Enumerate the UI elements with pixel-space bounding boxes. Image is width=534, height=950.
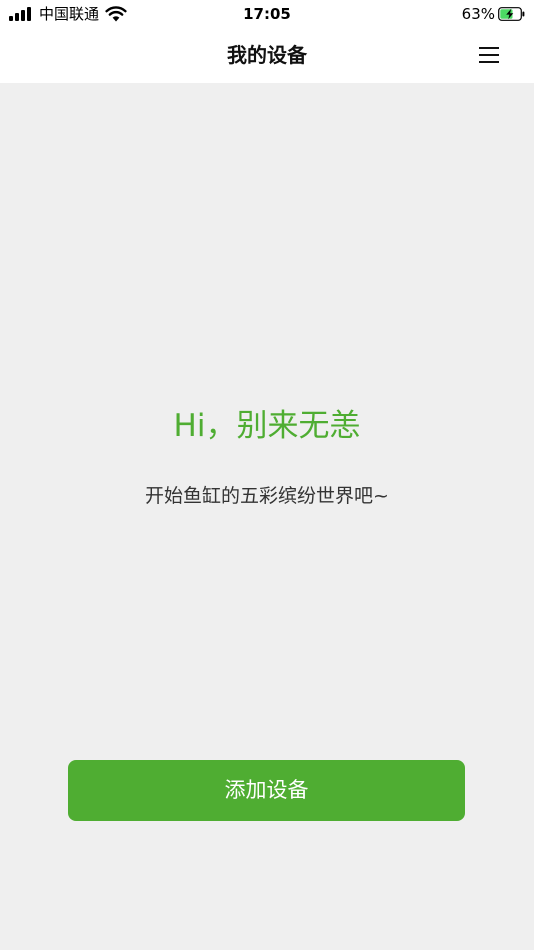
battery-charging-icon [498,7,525,21]
add-device-button[interactable]: 添加设备 [68,760,465,821]
status-time: 17:05 [243,5,291,23]
hamburger-menu-icon[interactable] [479,45,499,65]
status-bar: 中国联通 17:05 63% [0,0,534,28]
greeting-text: Hi，别来无恙 [173,408,361,444]
status-bar-right: 63% [462,4,525,24]
navigation-bar: 我的设备 [0,28,534,83]
page-title: 我的设备 [227,43,307,67]
subtitle-text: 开始鱼缸的五彩缤纷世界吧~ [145,485,389,507]
header-area: 中国联通 17:05 63% 我的设备 [0,0,534,83]
battery-percentage: 63% [461,5,495,23]
